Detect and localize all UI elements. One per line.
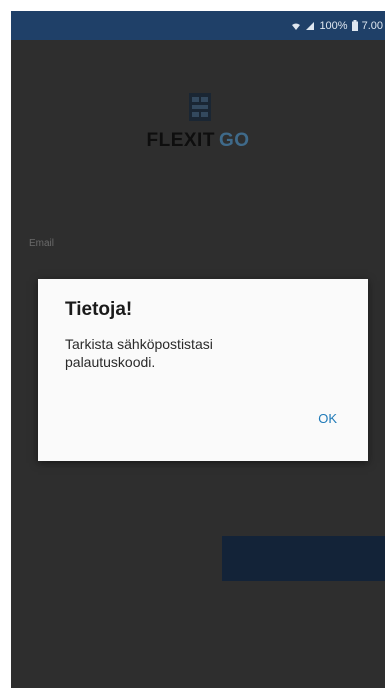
battery-icon — [351, 20, 358, 31]
battery-percent: 100% — [319, 19, 348, 32]
clock: 7.00 — [361, 19, 383, 32]
logo-suffix: GO — [218, 130, 250, 151]
flexit-logo-icon — [189, 93, 211, 121]
logo-brand: FLEXIT — [146, 130, 215, 151]
status-bar: 100% 7.00 — [11, 11, 385, 40]
submit-button[interactable] — [222, 536, 385, 581]
app-screen: 100% 7.00 FLEXIT GO Email Tietoja! Tarki… — [11, 11, 385, 688]
logo-wordmark: FLEXIT GO — [11, 130, 385, 152]
email-field-label: Email — [29, 238, 55, 249]
flexit-go-logo: FLEXIT GO — [11, 93, 385, 152]
dialog-message: Tarkista sähköpostistasi palautuskoodi. — [65, 336, 213, 370]
info-dialog: Tietoja! Tarkista sähköpostistasi palaut… — [38, 279, 368, 461]
ok-button[interactable]: OK — [312, 407, 343, 430]
dialog-title: Tietoja! — [65, 299, 133, 320]
wifi-icon — [291, 21, 301, 31]
signal-icon — [305, 21, 315, 31]
